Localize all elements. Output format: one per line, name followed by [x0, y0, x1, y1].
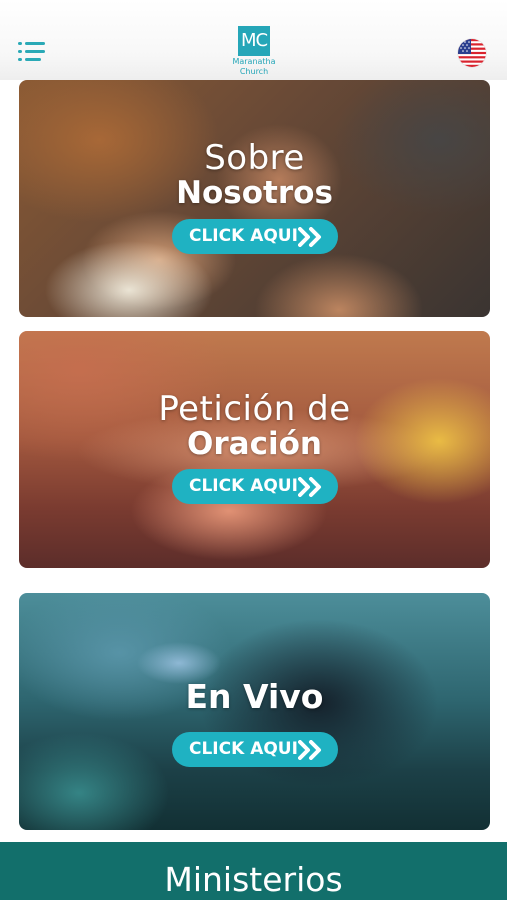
card-title-line2: Nosotros — [176, 175, 333, 211]
double-chevron-right-icon — [298, 477, 321, 497]
button-label: CLICK AQUI — [189, 226, 298, 246]
double-chevron-right-icon — [298, 740, 321, 760]
card-title: En Vivo — [19, 680, 490, 714]
church-logo: MC Maranatha Church — [223, 26, 285, 78]
card-en-vivo[interactable]: En Vivo CLICK AQUI — [19, 593, 490, 830]
click-aqui-button[interactable]: CLICK AQUI — [172, 469, 338, 504]
card-title: Petición de Oración — [19, 391, 490, 461]
card-title: Sobre Nosotros — [19, 140, 490, 210]
card-title-line2: Oración — [187, 426, 322, 462]
card-sobre-nosotros[interactable]: Sobre Nosotros CLICK AQUI — [19, 80, 490, 317]
ministerios-section[interactable]: Ministerios — [0, 842, 507, 900]
double-chevron-right-icon — [298, 227, 321, 247]
us-flag-icon[interactable] — [458, 39, 486, 67]
click-aqui-button[interactable]: CLICK AQUI — [172, 732, 338, 767]
button-label: CLICK AQUI — [189, 739, 298, 759]
card-title-line2: En Vivo — [185, 677, 324, 716]
click-aqui-button[interactable]: CLICK AQUI — [172, 219, 338, 254]
logo-name-line2: Church — [239, 67, 269, 76]
section-title: Ministerios — [164, 860, 343, 899]
logo-mark: MC — [238, 26, 270, 56]
logo-name-line1: Maranatha — [232, 57, 276, 66]
card-peticion-de-oracion[interactable]: Petición de Oración CLICK AQUI — [19, 331, 490, 568]
card-title-line1: Petición de — [158, 389, 351, 429]
app-screen: MC Maranatha Church Sobre Nosotros CLICK… — [0, 0, 507, 900]
hamburger-menu-icon[interactable] — [18, 40, 48, 64]
top-bar: MC Maranatha Church — [0, 0, 507, 80]
card-title-line1: Sobre — [204, 138, 305, 178]
button-label: CLICK AQUI — [189, 476, 298, 496]
